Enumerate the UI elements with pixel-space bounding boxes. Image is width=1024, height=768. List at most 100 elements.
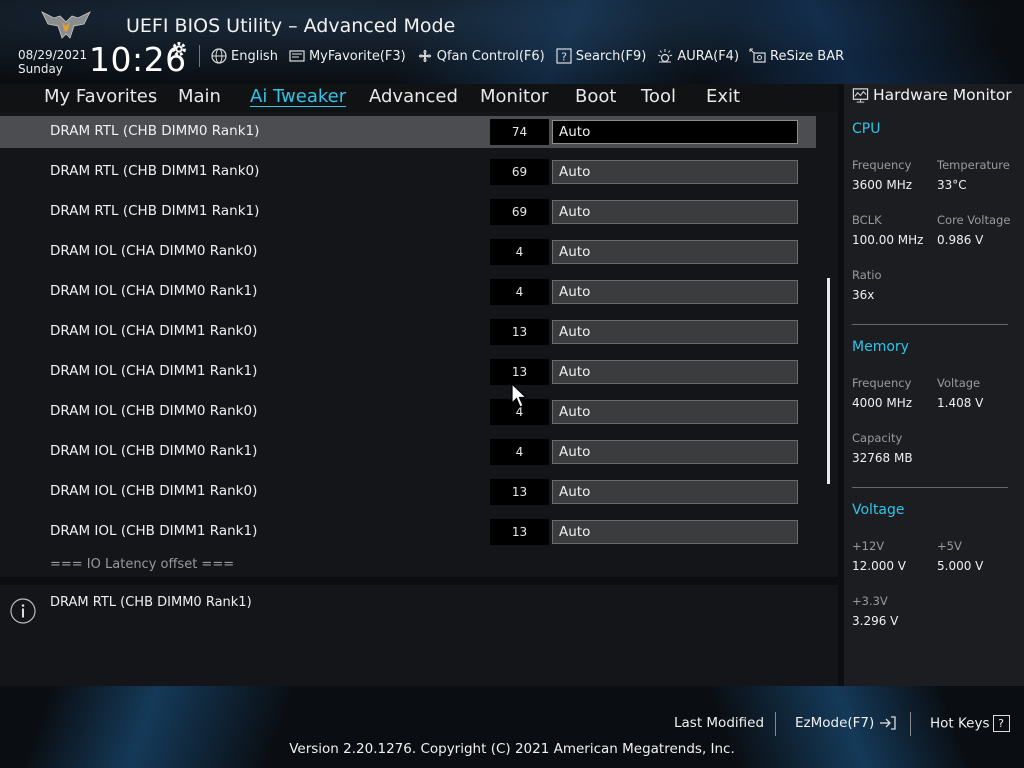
cpu-heading: CPU [852, 121, 881, 137]
ezmode-label: EzMode(F7) [795, 715, 875, 731]
tab-my-favorites[interactable]: My Favorites [44, 86, 157, 107]
setting-label: DRAM RTL (CHB DIMM1 Rank1) [50, 203, 260, 219]
setting-option-select[interactable]: Auto [552, 360, 798, 384]
setting-current-value: 13 [490, 359, 549, 385]
memory-voltage-value: 1.408 V [937, 396, 984, 410]
language-button[interactable]: English [210, 47, 278, 65]
setting-option-select[interactable]: Auto [552, 120, 798, 144]
core-voltage-label: Core Voltage [937, 213, 1011, 227]
myfavorite-button[interactable]: MyFavorite(F3) [288, 47, 406, 65]
setting-option-select[interactable]: Auto [552, 440, 798, 464]
bclk-value: 100.00 MHz [852, 233, 924, 247]
setting-row[interactable]: DRAM IOL (CHA DIMM1 Rank1) 13 Auto [0, 356, 816, 388]
setting-option-select[interactable]: Auto [552, 280, 798, 304]
setting-current-value: 4 [490, 439, 549, 465]
cpu-temperature-value: 33°C [937, 178, 967, 192]
favorite-icon [289, 50, 305, 62]
tab-advanced[interactable]: Advanced [369, 86, 458, 107]
v33-value: 3.296 V [852, 614, 899, 628]
setting-option-select[interactable]: Auto [552, 480, 798, 504]
scrollbar[interactable] [827, 278, 830, 484]
setting-row[interactable]: DRAM IOL (CHB DIMM0 Rank0) 4 Auto [0, 396, 816, 428]
setting-row[interactable]: DRAM IOL (CHB DIMM1 Rank0) 13 Auto [0, 476, 816, 508]
exit-to-ezmode-icon [879, 716, 896, 730]
setting-option-select[interactable]: Auto [552, 160, 798, 184]
setting-option-select[interactable]: Auto [552, 320, 798, 344]
aura-button[interactable]: AURA(F4) [656, 47, 739, 65]
main-menu-bar: My Favorites Main Ai Tweaker Advanced Mo… [0, 84, 838, 112]
ratio-label: Ratio [852, 268, 882, 282]
v5-label: +5V [937, 539, 962, 553]
last-modified-button[interactable]: Last Modified [674, 715, 764, 731]
myfavorite-label: MyFavorite(F3) [308, 48, 406, 64]
memory-frequency-label: Frequency [852, 376, 912, 390]
setting-row[interactable]: DRAM IOL (CHB DIMM1 Rank1) 13 Auto [0, 516, 816, 548]
footer-divider [910, 712, 911, 736]
search-button[interactable]: ? Search(F9) [555, 47, 647, 65]
section-divider [852, 324, 1008, 325]
setting-label: DRAM IOL (CHB DIMM1 Rank0) [50, 483, 258, 499]
ratio-value: 36x [852, 288, 875, 302]
day-text: Sunday [18, 62, 63, 76]
setting-option-select[interactable]: Auto [552, 520, 798, 544]
resize-bar-button[interactable]: ReSize BAR [749, 47, 844, 65]
setting-label: DRAM IOL (CHA DIMM0 Rank1) [50, 283, 258, 299]
section-header: === IO Latency offset === [50, 557, 235, 572]
tab-main[interactable]: Main [178, 86, 221, 107]
setting-row[interactable]: DRAM IOL (CHA DIMM0 Rank1) 4 Auto [0, 276, 816, 308]
setting-row[interactable]: DRAM IOL (CHB DIMM0 Rank1) 4 Auto [0, 436, 816, 468]
svg-text:?: ? [561, 51, 567, 64]
footer-bar: Last Modified EzMode(F7) Hot Keys? [0, 712, 1024, 736]
setting-label: DRAM IOL (CHB DIMM1 Rank1) [50, 523, 258, 539]
hot-keys-button[interactable]: Hot Keys? [930, 715, 1010, 732]
tab-monitor[interactable]: Monitor [480, 86, 548, 107]
search-icon: ? [556, 48, 572, 64]
search-label: Search(F9) [575, 48, 647, 64]
tab-tool[interactable]: Tool [641, 86, 676, 107]
toolbar: English MyFavorite(F3) Qfan Control(F6) … [210, 46, 844, 66]
setting-label: DRAM RTL (CHB DIMM0 Rank1) [50, 123, 260, 139]
setting-row[interactable]: DRAM IOL (CHA DIMM1 Rank0) 13 Auto [0, 316, 816, 348]
setting-current-value: 74 [490, 119, 549, 145]
capacity-value: 32768 MB [852, 451, 913, 465]
app-title: UEFI BIOS Utility – Advanced Mode [126, 15, 456, 37]
help-description: DRAM RTL (CHB DIMM0 Rank1) [50, 595, 252, 610]
setting-row[interactable]: DRAM RTL (CHB DIMM1 Rank0) 69 Auto [0, 156, 816, 188]
setting-label: DRAM IOL (CHB DIMM0 Rank0) [50, 403, 258, 419]
globe-icon [211, 48, 227, 64]
memory-heading: Memory [852, 339, 909, 355]
aura-label: AURA(F4) [677, 48, 740, 64]
info-icon [10, 598, 36, 624]
resize-bar-icon [749, 48, 766, 63]
setting-option-select[interactable]: Auto [552, 240, 798, 264]
tab-boot[interactable]: Boot [575, 86, 616, 107]
tab-exit[interactable]: Exit [706, 86, 740, 107]
setting-row[interactable]: DRAM IOL (CHA DIMM0 Rank0) 4 Auto [0, 236, 816, 268]
v12-value: 12.000 V [852, 559, 907, 573]
date-text: 08/29/2021 [18, 48, 88, 62]
core-voltage-value: 0.986 V [937, 233, 984, 247]
v33-label: +3.3V [852, 594, 888, 608]
setting-current-value: 4 [490, 279, 549, 305]
tuf-logo-icon [41, 11, 91, 39]
monitor-icon [852, 87, 869, 103]
setting-option-select[interactable]: Auto [552, 400, 798, 424]
setting-row[interactable]: DRAM RTL (CHB DIMM0 Rank1) 74 Auto [0, 116, 816, 148]
voltage-heading: Voltage [852, 502, 905, 518]
hot-keys-label: Hot Keys [930, 715, 990, 732]
help-key-icon: ? [992, 715, 1010, 732]
setting-row[interactable]: DRAM RTL (CHB DIMM1 Rank1) 69 Auto [0, 196, 816, 228]
tab-ai-tweaker[interactable]: Ai Tweaker [250, 86, 346, 107]
fan-icon [418, 49, 431, 63]
setting-label: DRAM IOL (CHA DIMM0 Rank0) [50, 243, 258, 259]
ezmode-button[interactable]: EzMode(F7) [795, 715, 897, 731]
toolbar-divider [199, 45, 200, 67]
qfan-control-button[interactable]: Qfan Control(F6) [416, 47, 545, 65]
cpu-frequency-value: 3600 MHz [852, 178, 913, 192]
setting-current-value: 13 [490, 319, 549, 345]
setting-option-select[interactable]: Auto [552, 200, 798, 224]
help-panel: DRAM RTL (CHB DIMM0 Rank1) [0, 585, 838, 686]
gear-icon[interactable] [170, 40, 188, 58]
hardware-monitor-title: Hardware Monitor [873, 86, 1012, 104]
memory-frequency-value: 4000 MHz [852, 396, 913, 410]
